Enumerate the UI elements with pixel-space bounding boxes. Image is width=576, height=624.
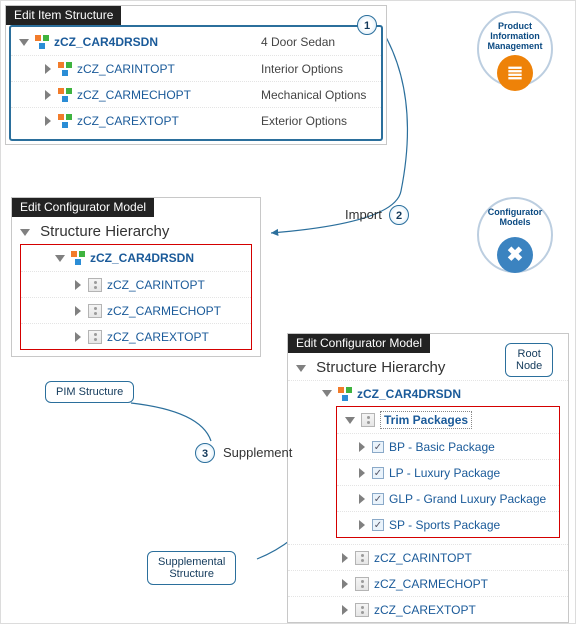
tools-icon: ✖: [497, 237, 533, 273]
component-icon: [88, 304, 102, 318]
tree-node-label: GLP - Grand Luxury Package: [389, 492, 546, 506]
chevron-down-icon[interactable]: [296, 365, 306, 372]
checkbox-icon[interactable]: ✓: [372, 441, 384, 453]
tree-row[interactable]: zCZ_CARINTOPT: [21, 271, 251, 297]
tree-row[interactable]: zCZ_CARMECHOPT: [21, 297, 251, 323]
chevron-right-icon[interactable]: [342, 579, 348, 589]
checkbox-icon[interactable]: ✓: [372, 519, 384, 531]
component-icon: [355, 551, 369, 565]
panel-header: Edit Configurator Model: [12, 198, 154, 217]
panel-header: Edit Configurator Model: [288, 334, 430, 353]
tree-row[interactable]: zCZ_CAREXTOPT: [21, 323, 251, 349]
tree-row[interactable]: zCZ_CARINTOPT: [288, 544, 568, 570]
tree-row[interactable]: zCZ_CARMECHOPT Mechanical Options: [11, 81, 381, 107]
checkbox-icon[interactable]: ✓: [372, 493, 384, 505]
blocks-icon: [58, 114, 72, 128]
tree-node-label: zCZ_CAREXTOPT: [107, 330, 209, 344]
component-icon: [88, 278, 102, 292]
tree-node-label: zCZ_CARINTOPT: [107, 278, 205, 292]
tree-root-row[interactable]: zCZ_CAR4DRSDN 4 Door Sedan: [11, 29, 381, 55]
blocks-icon: [58, 88, 72, 102]
item-tree: zCZ_CAR4DRSDN 4 Door Sedan zCZ_CARINTOPT…: [9, 25, 383, 141]
tree-node-desc: 4 Door Sedan: [251, 35, 381, 49]
blocks-icon: [338, 387, 352, 401]
component-icon: [88, 330, 102, 344]
component-icon: [355, 603, 369, 617]
chevron-down-icon[interactable]: [55, 255, 65, 262]
callout-pim-structure: PIM Structure: [45, 381, 134, 403]
panel-header: Edit Item Structure: [6, 6, 121, 25]
supplement-label: Supplement: [223, 445, 292, 460]
step-marker-3: 3: [195, 443, 215, 463]
panel-edit-item-structure: Edit Item Structure zCZ_CAR4DRSDN 4 Door…: [5, 5, 387, 145]
chevron-down-icon[interactable]: [19, 39, 29, 46]
chevron-right-icon[interactable]: [359, 468, 365, 478]
tree-node-label: SP - Sports Package: [389, 518, 500, 532]
blocks-icon: [71, 251, 85, 265]
tree-node-label: LP - Luxury Package: [389, 466, 500, 480]
tree-row[interactable]: ✓ BP - Basic Package: [337, 433, 559, 459]
component-icon: [355, 577, 369, 591]
callout-supplemental-structure: Supplemental Structure: [147, 551, 236, 585]
chevron-right-icon[interactable]: [45, 90, 51, 100]
blocks-icon: [35, 35, 49, 49]
configurator-badge: Configurator Models ✖: [477, 197, 553, 273]
tree-node-label: zCZ_CAR4DRSDN: [54, 35, 158, 49]
barcode-icon: ≣: [497, 55, 533, 91]
tree-node-desc: Mechanical Options: [251, 88, 381, 102]
chevron-right-icon[interactable]: [75, 306, 81, 316]
tree-node-label: zCZ_CAR4DRSDN: [90, 251, 194, 265]
tree-root-row[interactable]: zCZ_CAR4DRSDN: [21, 245, 251, 271]
chevron-right-icon[interactable]: [359, 442, 365, 452]
blocks-icon: [58, 62, 72, 76]
tree-row[interactable]: ✓ LP - Luxury Package: [337, 459, 559, 485]
trim-packages-node: Trim Packages: [380, 411, 472, 429]
component-icon: [361, 413, 375, 427]
chevron-right-icon[interactable]: [45, 116, 51, 126]
tree-node-label: zCZ_CARMECHOPT: [77, 88, 191, 102]
checkbox-icon[interactable]: ✓: [372, 467, 384, 479]
tree-node-label: zCZ_CARINTOPT: [77, 62, 175, 76]
tree-node-label: zCZ_CARMECHOPT: [374, 577, 488, 591]
supplemental-structure-box: Trim Packages ✓ BP - Basic Package ✓ LP …: [336, 406, 560, 538]
step-marker-2: 2: [389, 205, 409, 225]
step-marker-1: 1: [357, 15, 377, 35]
tree-node-label: zCZ_CAREXTOPT: [374, 603, 476, 617]
tree-node-desc: Interior Options: [251, 62, 381, 76]
pim-structure-box: zCZ_CAR4DRSDN zCZ_CARINTOPT zCZ_CARMECHO…: [20, 244, 252, 350]
chevron-right-icon[interactable]: [342, 553, 348, 563]
tree-node-desc: Exterior Options: [251, 114, 381, 128]
tree-node-label: zCZ_CAR4DRSDN: [357, 387, 461, 401]
tree-node-label: zCZ_CARMECHOPT: [107, 304, 221, 318]
tree-row[interactable]: ✓ GLP - Grand Luxury Package: [337, 485, 559, 511]
tree-row[interactable]: ✓ SP - Sports Package: [337, 511, 559, 537]
tree-node-label: zCZ_CARINTOPT: [374, 551, 472, 565]
tree-row[interactable]: zCZ_CAREXTOPT Exterior Options: [11, 107, 381, 133]
tree-row[interactable]: zCZ_CARMECHOPT: [288, 570, 568, 596]
tree-node-label: BP - Basic Package: [389, 440, 495, 454]
panel-configurator-model-a: Edit Configurator Model Structure Hierar…: [11, 197, 261, 357]
callout-root-node: Root Node: [505, 343, 553, 377]
tree-row[interactable]: zCZ_CARINTOPT Interior Options: [11, 55, 381, 81]
tree-row[interactable]: zCZ_CAREXTOPT: [288, 596, 568, 622]
chevron-down-icon[interactable]: [322, 390, 332, 397]
tree-root-row[interactable]: zCZ_CAR4DRSDN: [288, 380, 568, 406]
chevron-down-icon[interactable]: [20, 229, 30, 236]
chevron-right-icon[interactable]: [45, 64, 51, 74]
tree-node-label: zCZ_CAREXTOPT: [77, 114, 179, 128]
chevron-right-icon[interactable]: [75, 332, 81, 342]
chevron-right-icon[interactable]: [75, 280, 81, 290]
chevron-right-icon[interactable]: [359, 494, 365, 504]
chevron-down-icon[interactable]: [345, 417, 355, 424]
import-label: Import: [345, 207, 382, 222]
chevron-right-icon[interactable]: [342, 605, 348, 615]
diagram-canvas: Edit Item Structure zCZ_CAR4DRSDN 4 Door…: [0, 0, 576, 624]
chevron-right-icon[interactable]: [359, 520, 365, 530]
tree-row[interactable]: Trim Packages: [337, 407, 559, 433]
pim-badge: Product Information Management ≣: [477, 11, 553, 87]
structure-hierarchy-title: Structure Hierarchy: [12, 217, 260, 244]
